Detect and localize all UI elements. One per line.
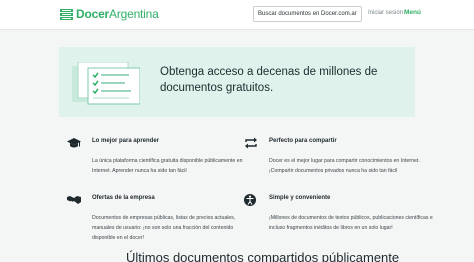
feature-title: Simple y conveniente xyxy=(269,195,331,201)
latest-documents-heading: Últimos documentos compartidos públicame… xyxy=(126,250,400,262)
accessibility-icon xyxy=(244,194,256,206)
documents-illustration-icon xyxy=(72,62,140,105)
share-arrows-icon xyxy=(245,137,257,149)
login-link[interactable]: Iniciar sesión xyxy=(368,10,403,16)
feature-title: Lo mejor para aprender xyxy=(92,138,160,144)
handshake-icon xyxy=(67,196,81,205)
top-header: DocerArgentina Buscar documentos en Doce… xyxy=(0,0,474,30)
search-input[interactable]: Buscar documentos en Docer.com.ar xyxy=(253,6,362,22)
feature-description: La única plataforma científica gratuita … xyxy=(92,158,243,174)
feature-description: Docer es el mejor lugar para compartir c… xyxy=(269,158,420,174)
logo-text: DocerArgentina xyxy=(76,7,159,21)
feature-title: Ofertas de la empresa xyxy=(92,195,155,201)
site-logo[interactable]: DocerArgentina xyxy=(59,6,159,22)
feature-description: Documentos de empresas públicas, listas … xyxy=(92,215,236,241)
books-logo-icon xyxy=(60,8,73,20)
feature-title: Perfecto para compartir xyxy=(269,138,337,144)
promo-banner: Obtenga acceso a decenas de millones de … xyxy=(59,47,415,117)
feature-description: ¡Millones de documentos de textos públic… xyxy=(269,215,433,231)
graduation-cap-icon xyxy=(67,138,81,148)
menu-button[interactable]: Menú xyxy=(404,9,421,16)
banner-headline: Obtenga acceso a decenas de millones de … xyxy=(160,66,378,94)
